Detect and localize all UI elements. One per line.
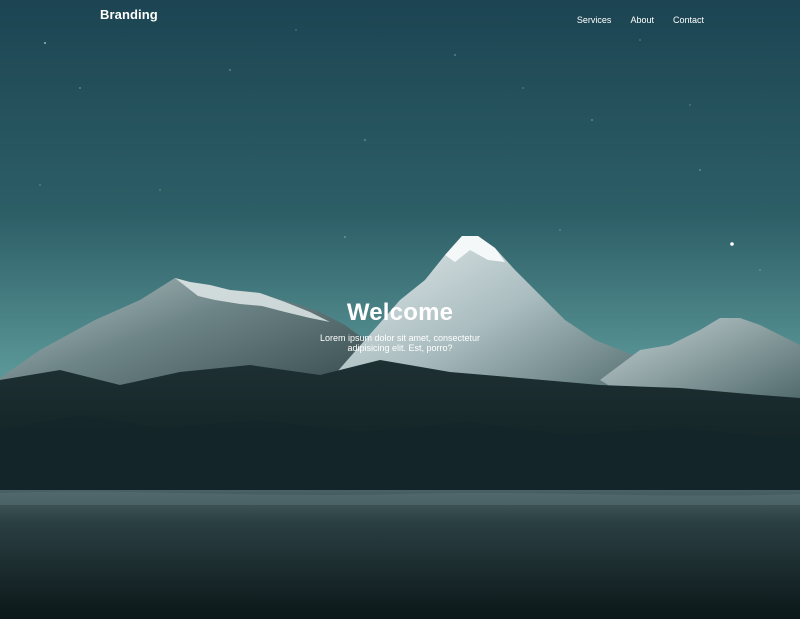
nav-link-services[interactable]: Services [577,15,612,25]
nav-links: Services About Contact [558,10,704,28]
nav-item-contact: Contact [673,10,704,28]
nav-link-contact[interactable]: Contact [673,15,704,25]
navbar: Branding Services About Contact [0,0,800,30]
hero-content: Welcome Lorem ipsum dolor sit amet, cons… [250,296,550,353]
nav-link-about[interactable]: About [630,15,654,25]
hero-description: Lorem ipsum dolor sit amet, consectetur … [319,333,481,353]
nav-item-about: About [630,10,654,28]
nav-item-services: Services [577,10,612,28]
brand-logo[interactable]: Branding [100,7,158,22]
hero-section: Branding Services About Contact Welcome … [0,0,800,619]
hero-title: Welcome [346,299,454,326]
